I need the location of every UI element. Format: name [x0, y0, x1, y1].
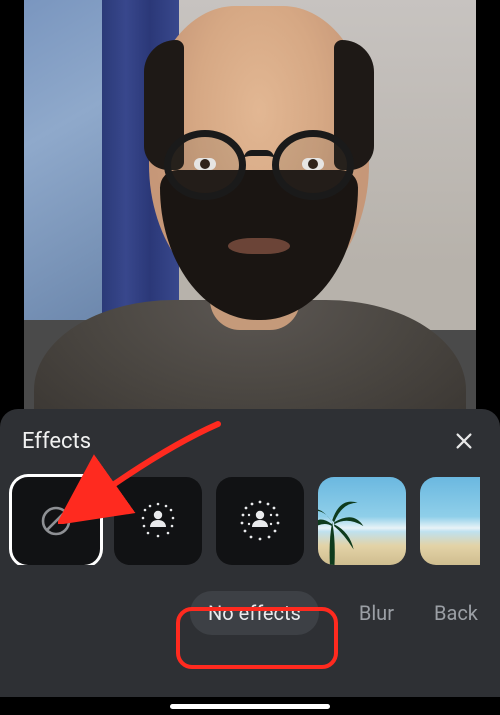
panel-title: Effects: [22, 429, 91, 454]
palm-tree-icon: [318, 493, 370, 565]
effect-tile-background-1[interactable]: [318, 477, 406, 565]
effect-tile-background-2[interactable]: [420, 477, 480, 565]
bottom-bar: [0, 697, 500, 715]
effect-label-backgrounds[interactable]: Back: [434, 601, 478, 625]
blur-strong-icon: [235, 496, 285, 546]
effect-label-blur[interactable]: Blur: [359, 601, 394, 625]
person-image: [24, 0, 476, 430]
blur-light-icon: [135, 498, 181, 544]
camera-preview: [24, 0, 476, 430]
effects-scroller[interactable]: [0, 469, 500, 565]
close-icon: [453, 430, 475, 452]
effect-tile-none[interactable]: [12, 477, 100, 565]
no-effect-icon: [38, 503, 74, 539]
effect-tile-blur-light[interactable]: [114, 477, 202, 565]
effect-labels: No effects Blur Back: [0, 591, 500, 635]
effect-label-no-effects[interactable]: No effects: [190, 591, 319, 635]
effect-tile-blur-strong[interactable]: [216, 477, 304, 565]
close-button[interactable]: [450, 427, 478, 455]
home-indicator[interactable]: [170, 704, 330, 709]
effects-panel: Effects: [0, 409, 500, 715]
